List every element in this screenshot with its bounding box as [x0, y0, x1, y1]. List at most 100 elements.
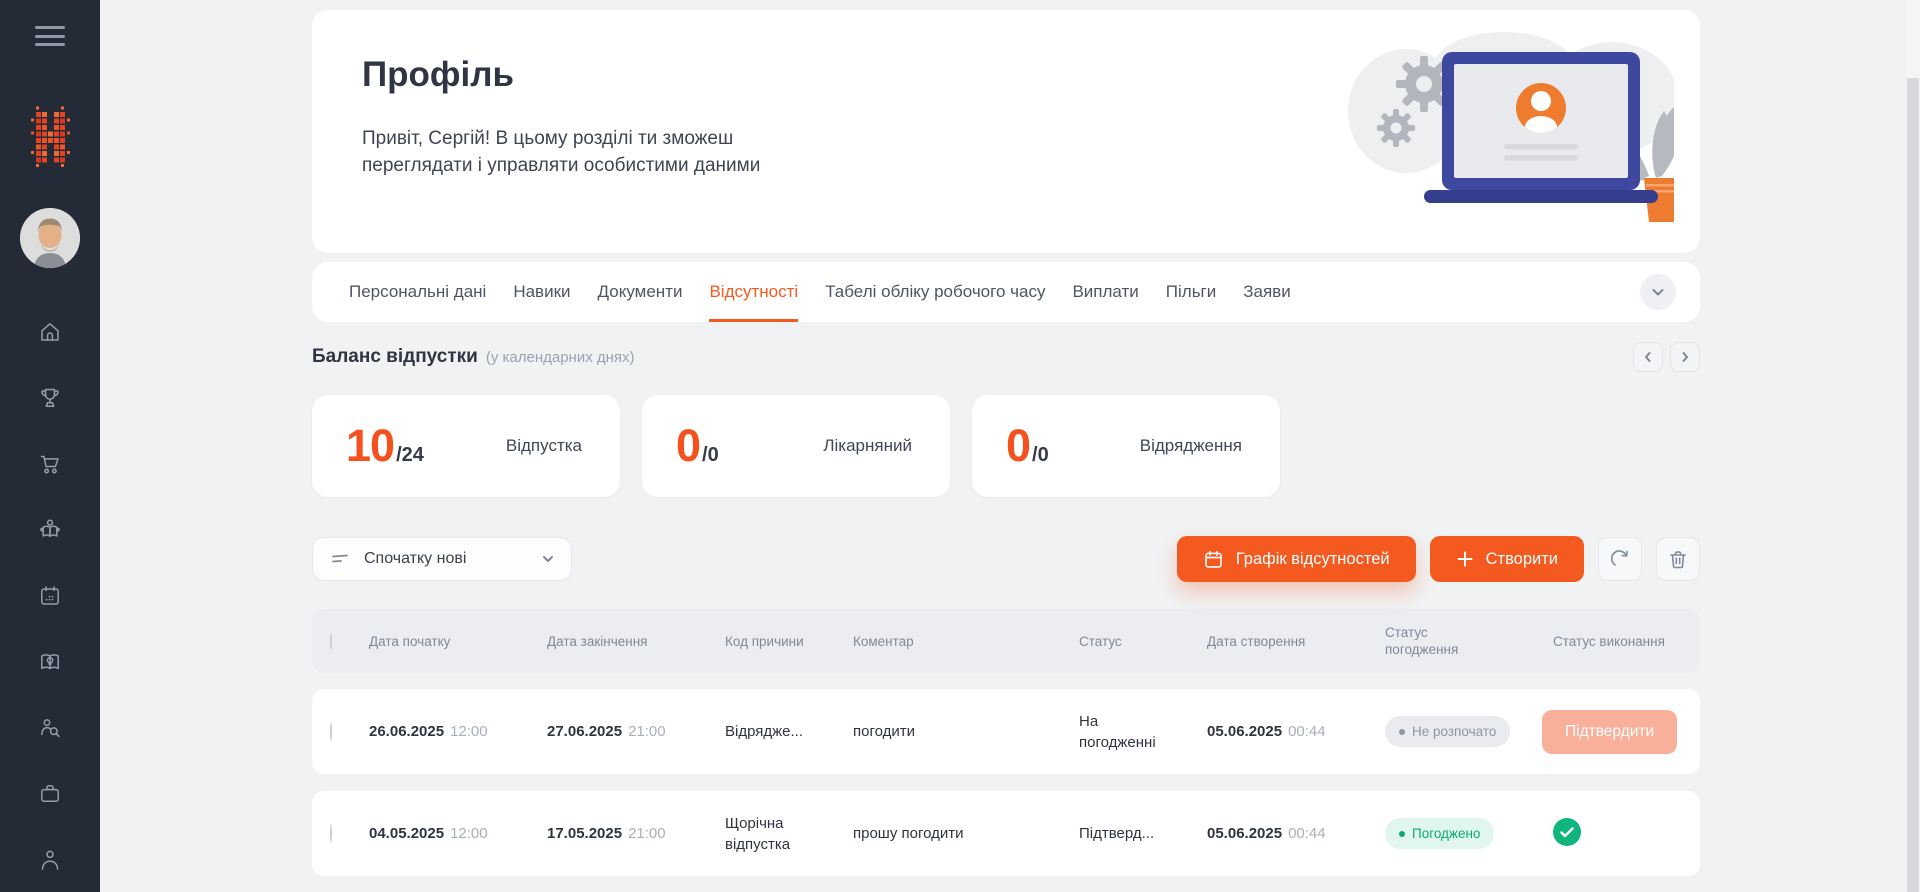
hamburger-menu-icon[interactable] — [35, 26, 65, 46]
chevron-left-icon — [1645, 352, 1651, 362]
end-time: 21:00 — [628, 825, 666, 842]
trip-label: Відрядження — [1139, 436, 1242, 455]
reason-code: Відрядже... — [725, 723, 804, 740]
sort-icon — [332, 554, 348, 563]
confirm-button[interactable]: Підтвердити — [1542, 709, 1678, 754]
start-date: 04.05.2025 — [369, 825, 445, 842]
status: На погодженні — [1079, 712, 1156, 751]
tab-personal-data[interactable]: Персональні дані — [349, 262, 486, 322]
plus-icon — [1457, 551, 1473, 567]
tabs-overflow-button[interactable] — [1640, 274, 1676, 310]
col-end-date: Дата закінчення — [547, 633, 648, 649]
trophy-icon[interactable] — [37, 385, 63, 411]
end-time: 21:00 — [628, 723, 666, 740]
briefcase-icon[interactable] — [37, 781, 63, 807]
approval-status-badge: Не розпочато — [1385, 716, 1511, 747]
col-execution-status: Статус виконання — [1553, 633, 1665, 649]
approved-check-icon — [1553, 817, 1581, 846]
absence-table: Дата початку Дата закінчення Код причини… — [312, 609, 1700, 876]
refresh-button[interactable] — [1598, 537, 1642, 581]
col-created-date: Дата створення — [1207, 633, 1306, 649]
end-date: 17.05.2025 — [547, 825, 623, 842]
approval-status-badge: Погоджено — [1385, 818, 1495, 849]
sort-selected-value: Спочатку нові — [364, 550, 467, 567]
hurma-logo[interactable] — [26, 104, 74, 174]
cart-icon[interactable] — [37, 451, 63, 477]
calendar-icon[interactable] — [37, 583, 63, 609]
recruiting-icon[interactable] — [37, 715, 63, 741]
comment: прошу погодити — [853, 825, 964, 842]
tab-timesheets[interactable]: Табелі обліку робочого часу — [825, 262, 1045, 322]
created-time: 00:44 — [1288, 723, 1326, 740]
comment: погодити — [853, 723, 915, 740]
start-date: 26.06.2025 — [369, 723, 445, 740]
reason-code: Щорічна відпустка — [725, 814, 791, 853]
balance-cards: 10 /24 Відпустка 0 /0 Лікарняний 0 /0 Ві… — [312, 395, 1700, 497]
sidebar — [0, 0, 100, 892]
balance-card-sick-leave: 0 /0 Лікарняний — [642, 395, 950, 497]
delete-button[interactable] — [1656, 537, 1700, 581]
created-time: 00:44 — [1288, 825, 1326, 842]
balance-note: (у календарних днях) — [485, 348, 635, 366]
absence-toolbar: Спочатку нові Графік відсутностей Створи… — [312, 536, 1700, 582]
create-button[interactable]: Створити — [1429, 536, 1584, 582]
main-content: Профіль Привіт, Сергій! В цьому розділі … — [312, 10, 1700, 876]
balance-card-vacation: 10 /24 Відпустка — [312, 395, 620, 497]
start-time: 12:00 — [450, 723, 488, 740]
sidebar-nav — [37, 319, 63, 873]
user-avatar[interactable] — [20, 208, 80, 268]
tab-skills[interactable]: Навики — [513, 262, 570, 322]
balance-prev-button[interactable] — [1633, 342, 1663, 372]
start-time: 12:00 — [450, 825, 488, 842]
knowledge-icon[interactable] — [37, 649, 63, 675]
laptop — [1424, 52, 1658, 203]
trip-total: /0 — [1032, 444, 1049, 466]
balance-next-button[interactable] — [1670, 342, 1700, 372]
created-date: 05.06.2025 — [1207, 723, 1283, 740]
tab-payments[interactable]: Виплати — [1072, 262, 1138, 322]
status: Підтверд... — [1079, 825, 1155, 842]
chevron-right-icon — [1682, 352, 1688, 362]
balance-section-header: Баланс відпустки (у календарних днях) — [312, 342, 1700, 372]
sick-used: 0 — [676, 420, 701, 471]
calendar-icon — [1205, 550, 1222, 568]
trash-icon — [1670, 551, 1686, 569]
refresh-icon — [1610, 550, 1629, 566]
scrollbar-thumb[interactable] — [1907, 78, 1919, 892]
tab-benefits[interactable]: Пільги — [1166, 262, 1216, 322]
sick-total: /0 — [702, 444, 719, 466]
create-button-label: Створити — [1485, 549, 1558, 568]
chevron-down-icon — [543, 556, 553, 562]
trip-used: 0 — [1006, 420, 1031, 471]
profile-icon[interactable] — [37, 847, 63, 873]
home-icon[interactable] — [37, 319, 63, 345]
col-comment: Коментар — [853, 633, 914, 649]
sort-dropdown[interactable]: Спочатку нові — [312, 537, 572, 581]
page-scrollbar — [1906, 0, 1920, 892]
vacation-used: 10 — [346, 420, 395, 471]
col-approval-status: Статус погодження — [1385, 625, 1459, 657]
row-checkbox[interactable] — [330, 722, 332, 741]
sick-label: Лікарняний — [823, 436, 912, 455]
tab-requests[interactable]: Заяви — [1243, 262, 1290, 322]
absence-schedule-button[interactable]: Графік відсутностей — [1176, 536, 1416, 582]
tab-documents[interactable]: Документи — [598, 262, 683, 322]
col-reason-code: Код причини — [725, 633, 804, 649]
profile-tabs: Персональні дані Навики Документи Відсут… — [312, 262, 1700, 322]
table-row[interactable]: 04.05.2025 12:00 17.05.2025 21:00 Щорічна … — [312, 791, 1700, 876]
row-checkbox[interactable] — [330, 824, 332, 843]
tab-absences[interactable]: Відсутності — [709, 262, 799, 322]
gear-icon — [1377, 109, 1415, 147]
select-all-checkbox[interactable] — [330, 632, 332, 650]
end-date: 27.06.2025 — [547, 723, 623, 740]
created-date: 05.06.2025 — [1207, 825, 1283, 842]
schedule-button-label: Графік відсутностей — [1235, 549, 1390, 568]
profile-hero-card: Профіль Привіт, Сергій! В цьому розділі … — [312, 10, 1700, 253]
training-icon[interactable] — [37, 517, 63, 543]
table-row[interactable]: 26.06.2025 12:00 27.06.2025 21:00 Відрядже… — [312, 689, 1700, 774]
vacation-total: /24 — [396, 444, 424, 466]
col-status: Статус — [1079, 633, 1122, 649]
table-header: Дата початку Дата закінчення Код причини… — [312, 609, 1700, 673]
balance-card-business-trip: 0 /0 Відрядження — [972, 395, 1280, 497]
vacation-label: Відпустка — [505, 436, 582, 455]
